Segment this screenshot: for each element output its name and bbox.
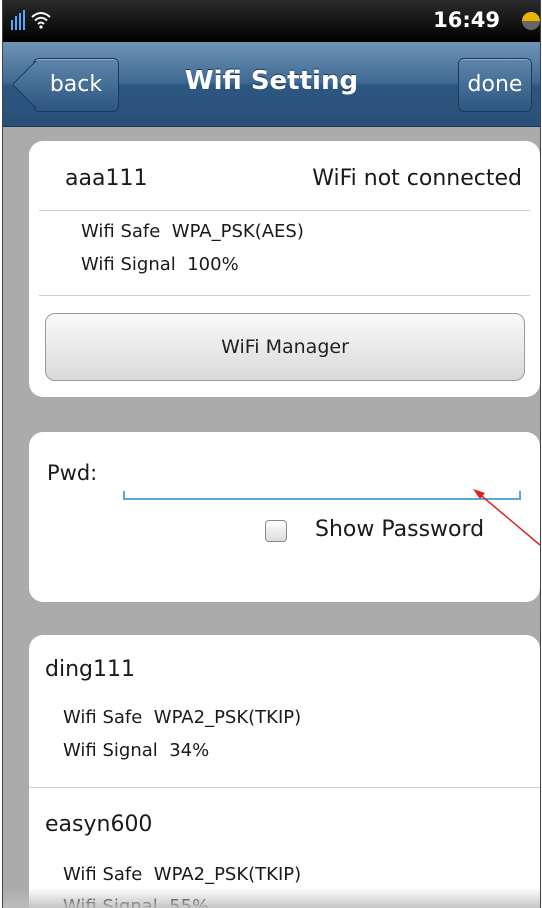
wifi-safe-value: WPA2_PSK(TKIP) — [153, 707, 302, 728]
wifi-safe-row: Wifi Safe WPA2_PSK(TKIP) — [63, 707, 301, 728]
input-edge — [123, 491, 125, 498]
signal-bars-icon — [11, 10, 25, 30]
show-password-checkbox[interactable] — [265, 520, 287, 542]
network-list: ding111 Wifi Safe WPA2_PSK(TKIP) Wifi Si… — [29, 635, 540, 908]
wifi-signal-value: 100% — [187, 254, 239, 275]
connection-status: WiFi not connected — [312, 166, 522, 191]
done-button[interactable]: done — [458, 58, 532, 112]
wifi-safe-value: WPA_PSK(AES) — [171, 221, 304, 242]
wifi-signal-row: Wifi Signal 34% — [63, 740, 209, 761]
list-item[interactable]: ding111 Wifi Safe WPA2_PSK(TKIP) Wifi Si… — [29, 635, 540, 785]
divider — [39, 210, 530, 211]
wifi-safe-row: Wifi Safe WPA2_PSK(TKIP) — [63, 864, 301, 885]
status-time: 16:49 — [433, 8, 500, 32]
password-label: Pwd: — [47, 461, 98, 485]
wifi-safe-label: Wifi Safe — [63, 707, 143, 728]
status-bar: 16:49 — [3, 0, 540, 42]
battery-icon — [522, 12, 540, 30]
wifi-signal-label: Wifi Signal — [63, 740, 158, 761]
wifi-safe-label: Wifi Safe — [63, 864, 143, 885]
wifi-safe-value: WPA2_PSK(TKIP) — [153, 864, 302, 885]
back-button-label: back — [49, 72, 103, 97]
wifi-signal-label: Wifi Signal — [81, 254, 176, 275]
password-card: Pwd: Show Password — [29, 432, 540, 602]
wifi-signal-value: 55% — [169, 896, 210, 908]
wifi-signal-row: Wifi Signal 55% — [63, 896, 209, 908]
network-ssid: ding111 — [45, 657, 135, 682]
divider — [39, 295, 530, 296]
status-icons — [11, 10, 51, 30]
current-network-card: aaa111 WiFi not connected Wifi Safe WPA_… — [29, 141, 540, 397]
wifi-signal-row: Wifi Signal 100% — [81, 254, 239, 275]
show-password-label[interactable]: Show Password — [315, 517, 484, 542]
password-input[interactable] — [123, 482, 521, 500]
list-item[interactable]: easyn600 Wifi Safe WPA2_PSK(TKIP) Wifi S… — [29, 788, 540, 908]
wifi-safe-label: Wifi Safe — [81, 221, 161, 242]
wifi-manager-button[interactable]: WiFi Manager — [45, 313, 525, 381]
input-edge — [519, 491, 521, 498]
phone-screen: 16:49 back Wifi Setting done aaa111 WiFi… — [2, 0, 541, 908]
wifi-safe-row: Wifi Safe WPA_PSK(AES) — [81, 221, 304, 242]
wifi-icon — [31, 12, 51, 29]
network-ssid: easyn600 — [45, 812, 153, 837]
current-ssid: aaa111 — [65, 166, 148, 191]
wifi-signal-label: Wifi Signal — [63, 896, 158, 908]
navigation-bar: back Wifi Setting done — [3, 42, 540, 127]
wifi-signal-value: 34% — [169, 740, 210, 761]
